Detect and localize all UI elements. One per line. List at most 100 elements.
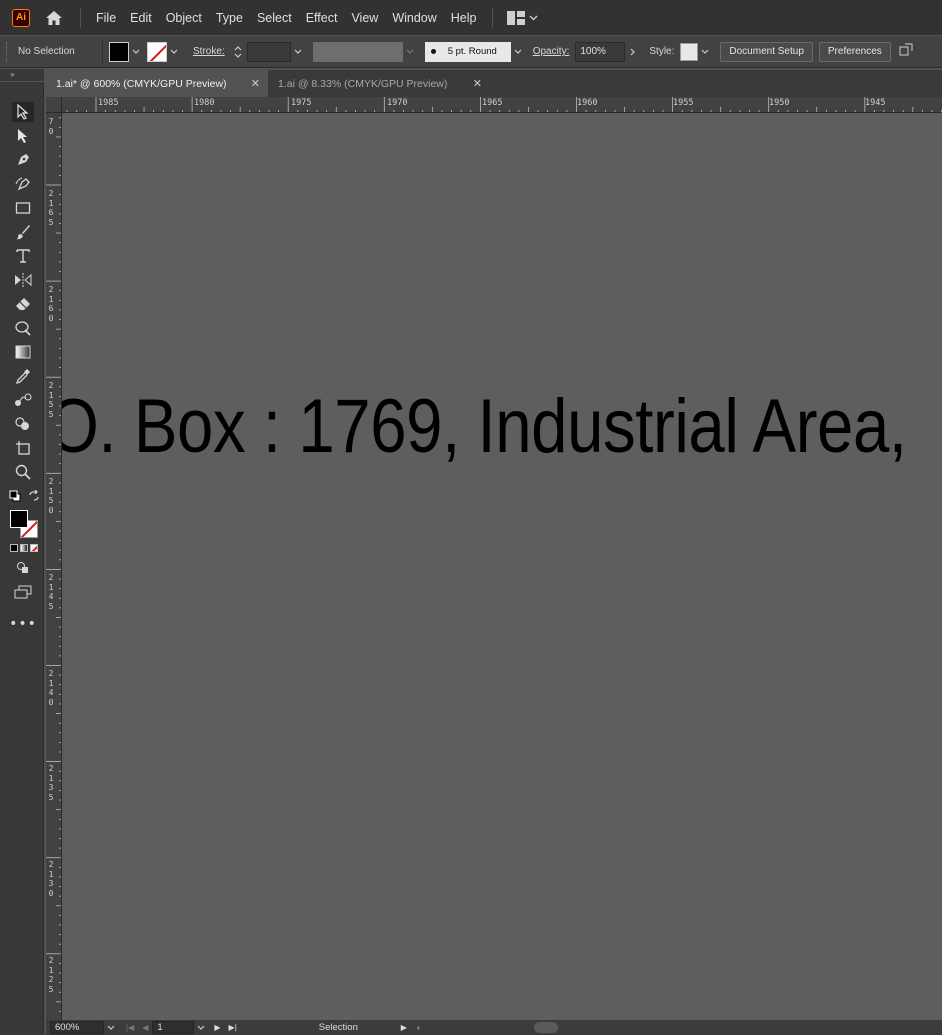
- pen-tool[interactable]: [12, 150, 34, 170]
- gradient-tool[interactable]: [12, 342, 34, 362]
- swap-fill-stroke-icon[interactable]: [28, 489, 40, 502]
- eraser-icon: [16, 298, 30, 310]
- status-menu-icon[interactable]: ▶: [401, 1023, 407, 1032]
- menu-window[interactable]: Window: [385, 11, 443, 25]
- stroke-label[interactable]: Stroke:: [193, 46, 225, 57]
- brush-definition[interactable]: 5 pt. Round: [424, 41, 511, 62]
- opacity-label[interactable]: Opacity:: [533, 46, 570, 57]
- chevron-down-icon: [107, 1025, 115, 1030]
- previous-artboard-icon[interactable]: ◀: [142, 1023, 148, 1032]
- direct-selection-tool[interactable]: [12, 126, 34, 146]
- curvature-tool[interactable]: [12, 174, 34, 194]
- paintbrush-icon: [16, 225, 30, 240]
- chevron-down-icon: [170, 49, 178, 54]
- scroll-left-icon[interactable]: ‹: [417, 1023, 420, 1032]
- menu-separator: [491, 7, 493, 28]
- paintbrush-tool[interactable]: [12, 222, 34, 242]
- selection-tool[interactable]: [12, 102, 34, 122]
- stroke-weight-field[interactable]: [246, 41, 291, 62]
- artboard-canvas[interactable]: O. Box : 1769, Industrial Area,: [62, 113, 942, 1020]
- status-mode[interactable]: Selection: [319, 1022, 389, 1033]
- fill-swatch[interactable]: [109, 41, 129, 62]
- ruler-label: 2130: [48, 860, 54, 898]
- reflect-tool[interactable]: [12, 270, 34, 290]
- rectangle-icon: [15, 202, 31, 214]
- pen-icon: [18, 154, 29, 165]
- shape-builder-tool[interactable]: [12, 414, 34, 434]
- zoom-field[interactable]: 600%: [50, 1021, 104, 1034]
- menu-file[interactable]: File: [89, 11, 123, 25]
- first-artboard-icon[interactable]: |◀: [126, 1023, 134, 1032]
- toolbar-collapse-toggle[interactable]: »: [0, 69, 44, 81]
- vertical-ruler[interactable]: 70 2165 2160 2155 2150 2145 2140 2135 21…: [46, 113, 62, 1020]
- brush-dropdown[interactable]: [511, 42, 525, 62]
- zoom-dropdown[interactable]: [104, 1021, 118, 1034]
- home-icon[interactable]: [44, 8, 64, 28]
- blend-tool[interactable]: [12, 390, 34, 410]
- edit-toolbar-icon[interactable]: •••: [9, 614, 36, 634]
- ruler-label: 2160: [48, 285, 54, 323]
- eraser-tool[interactable]: [12, 294, 34, 314]
- stroke-dropdown[interactable]: [167, 42, 181, 62]
- fill-color-box[interactable]: [10, 510, 28, 528]
- color-mode-gradient[interactable]: [20, 544, 28, 552]
- variable-width-profile[interactable]: [312, 41, 403, 62]
- eyedropper-tool[interactable]: [12, 366, 34, 386]
- menu-object[interactable]: Object: [159, 11, 209, 25]
- menu-help[interactable]: Help: [444, 11, 484, 25]
- menu-edit[interactable]: Edit: [123, 11, 159, 25]
- last-artboard-icon[interactable]: ▶|: [229, 1023, 237, 1032]
- document-tabs: 1.ai* @ 600% (CMYK/GPU Preview) ✕ 1.ai @…: [46, 70, 942, 97]
- artboard-dropdown[interactable]: [194, 1021, 208, 1034]
- chevron-down-icon: [514, 49, 522, 54]
- close-icon[interactable]: ✕: [473, 77, 482, 90]
- stroke-swatch[interactable]: [147, 41, 167, 62]
- workspace-switcher[interactable]: [506, 10, 538, 25]
- stroke-weight-stepper[interactable]: [231, 41, 245, 63]
- preferences-button[interactable]: Preferences: [818, 41, 891, 62]
- fill-stroke-widget[interactable]: [10, 510, 40, 540]
- brush-label: 5 pt. Round: [447, 46, 497, 57]
- style-dropdown[interactable]: [698, 42, 712, 62]
- menu-select[interactable]: Select: [250, 11, 299, 25]
- type-tool[interactable]: [12, 246, 34, 266]
- next-artboard-icon[interactable]: ▶: [214, 1023, 220, 1032]
- opacity-expand[interactable]: [625, 42, 639, 62]
- profile-dropdown[interactable]: [403, 42, 417, 62]
- menu-bar: Ai File Edit Object Type Select Effect V…: [0, 0, 942, 35]
- menu-items: File Edit Object Type Select Effect View…: [89, 11, 484, 25]
- document-setup-button[interactable]: Document Setup: [720, 41, 813, 62]
- ruler-origin[interactable]: [46, 97, 62, 113]
- ruler-label: 1985: [98, 98, 119, 108]
- menu-view[interactable]: View: [344, 11, 385, 25]
- color-mode-none[interactable]: [30, 544, 38, 552]
- draw-mode-tool[interactable]: [12, 558, 34, 578]
- menu-type[interactable]: Type: [209, 11, 250, 25]
- color-mode-solid[interactable]: [10, 544, 18, 552]
- selection-status: No Selection: [18, 46, 75, 57]
- tab-document-833[interactable]: 1.ai @ 8.33% (CMYK/GPU Preview) ✕: [268, 70, 490, 97]
- horizontal-scrollbar-thumb[interactable]: [533, 1022, 558, 1033]
- opacity-field[interactable]: 100%: [575, 41, 626, 62]
- graphic-style-swatch[interactable]: [680, 42, 699, 61]
- horizontal-ruler[interactable]: 1985 1980 1975 1970 1965 1960 1955 1950 …: [62, 97, 942, 113]
- artboard-number-field[interactable]: 1: [152, 1021, 195, 1034]
- default-fill-stroke-icon[interactable]: [9, 490, 21, 502]
- workspace-grid-icon: [506, 10, 525, 25]
- rectangle-tool[interactable]: [12, 198, 34, 218]
- artboard-tool[interactable]: [12, 438, 34, 458]
- puppet-warp-tool[interactable]: [12, 318, 34, 338]
- menu-effect[interactable]: Effect: [299, 11, 345, 25]
- stroke-weight-dropdown[interactable]: [291, 42, 305, 62]
- close-icon[interactable]: ✕: [251, 77, 260, 90]
- zoom-tool[interactable]: [12, 462, 34, 482]
- fill-dropdown[interactable]: [129, 42, 143, 62]
- screen-mode-tool[interactable]: [12, 582, 34, 602]
- ruler-label: 2125: [48, 956, 54, 994]
- panel-grip[interactable]: [6, 41, 10, 62]
- artboard-icon: [16, 441, 30, 455]
- arrange-icon[interactable]: [899, 43, 913, 60]
- blend-icon: [15, 393, 32, 406]
- canvas-text-object[interactable]: O. Box : 1769, Industrial Area,: [62, 383, 907, 470]
- tab-document-600[interactable]: 1.ai* @ 600% (CMYK/GPU Preview) ✕: [46, 70, 268, 97]
